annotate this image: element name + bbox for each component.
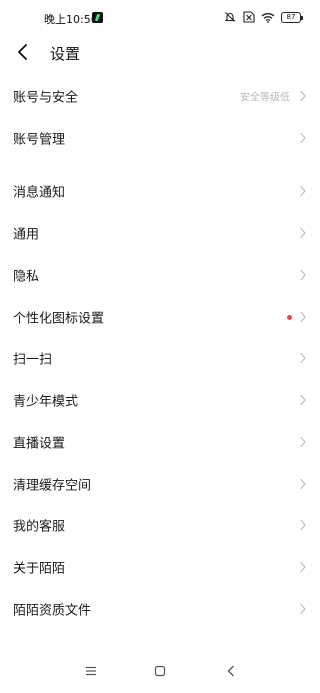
wifi-icon	[261, 12, 275, 23]
settings-item-label: 账号管理	[13, 132, 66, 148]
settings-item-label: 清理缓存空间	[13, 478, 92, 494]
settings-item-label: 个性化图标设置	[13, 311, 105, 327]
mute-bell-icon	[224, 11, 236, 23]
settings-item-teen-mode[interactable]: 青少年模式	[0, 380, 320, 420]
chevron-right-icon	[299, 603, 307, 615]
settings-item-general[interactable]: 通用	[0, 213, 320, 253]
settings-item-label: 关于陌陌	[13, 561, 66, 577]
settings-item-privacy[interactable]: 隐私	[0, 255, 320, 295]
chevron-left-icon	[18, 44, 27, 60]
settings-item-label: 直播设置	[13, 436, 66, 452]
red-dot-badge	[287, 314, 292, 320]
settings-item-label: 我的客服	[13, 519, 66, 535]
status-time: 晚上10:56	[44, 13, 98, 26]
chevron-right-icon	[299, 436, 307, 448]
back-triangle-icon	[227, 665, 234, 677]
sim-cancel-icon	[242, 11, 255, 23]
chevron-right-icon	[299, 269, 307, 281]
settings-item-live-settings[interactable]: 直播设置	[0, 422, 320, 462]
chevron-right-icon	[299, 90, 307, 102]
back-button[interactable]	[10, 39, 36, 65]
chevron-right-icon	[299, 561, 307, 573]
settings-item-about[interactable]: 关于陌陌	[0, 547, 320, 587]
settings-item-qualification-docs[interactable]: 陌陌资质文件	[0, 589, 320, 629]
chevron-right-icon	[299, 132, 307, 144]
settings-item-label: 陌陌资质文件	[13, 603, 92, 619]
chevron-right-icon	[299, 352, 307, 364]
status-bar: 晚上10:56 87	[0, 0, 320, 34]
header: 设置	[0, 34, 320, 72]
system-nav-bar	[0, 649, 320, 693]
settings-screen: 晚上10:56 87 设置 账号与安全 安全等级低 账号管理 消息通知 通用 隐…	[0, 0, 320, 693]
home-button[interactable]	[151, 662, 169, 680]
app-notification-icon	[92, 12, 103, 23]
chevron-right-icon	[299, 311, 307, 323]
chevron-right-icon	[299, 394, 307, 406]
settings-item-label: 青少年模式	[13, 394, 79, 410]
settings-item-account-security[interactable]: 账号与安全 安全等级低	[0, 76, 320, 116]
menu-icon	[86, 666, 96, 676]
security-level-value: 安全等级低	[240, 92, 290, 104]
settings-item-personalized-icon[interactable]: 个性化图标设置	[0, 297, 320, 337]
settings-item-label: 隐私	[13, 269, 40, 285]
settings-item-notifications[interactable]: 消息通知	[0, 171, 320, 211]
chevron-right-icon	[299, 519, 307, 531]
settings-item-clear-cache[interactable]: 清理缓存空间	[0, 464, 320, 504]
chevron-right-icon	[299, 185, 307, 197]
battery-icon: 87	[281, 11, 303, 23]
nav-back-button[interactable]	[222, 662, 240, 680]
chevron-right-icon	[299, 227, 307, 239]
page-title: 设置	[50, 45, 81, 63]
home-square-icon	[154, 665, 166, 677]
settings-item-scan[interactable]: 扫一扫	[0, 338, 320, 378]
settings-item-customer-service[interactable]: 我的客服	[0, 505, 320, 545]
chevron-right-icon	[299, 478, 307, 490]
settings-item-label: 通用	[13, 227, 40, 243]
settings-item-label: 账号与安全	[13, 90, 79, 106]
settings-item-label: 扫一扫	[13, 352, 53, 368]
menu-button[interactable]	[82, 662, 100, 680]
settings-item-account-management[interactable]: 账号管理	[0, 118, 320, 158]
status-icons: 87	[224, 10, 303, 24]
settings-item-label: 消息通知	[13, 185, 66, 201]
